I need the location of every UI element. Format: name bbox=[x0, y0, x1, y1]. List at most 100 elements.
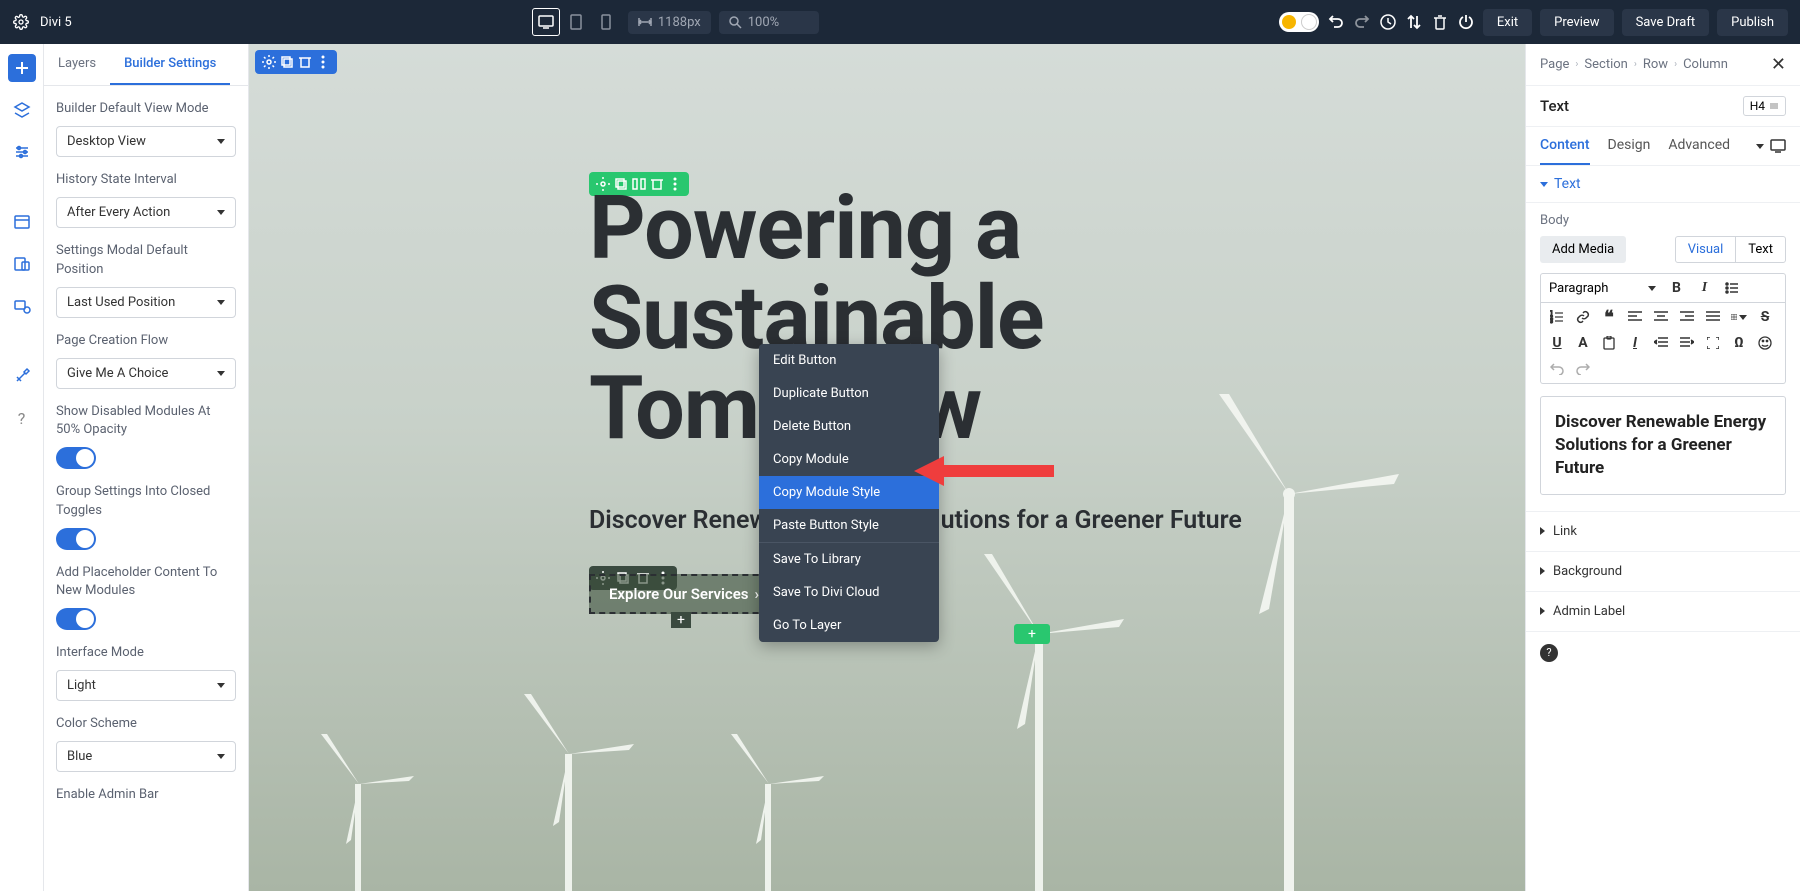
bold-icon[interactable]: B bbox=[1668, 280, 1684, 296]
breadcrumb-item[interactable]: Page bbox=[1540, 57, 1569, 72]
trash-icon[interactable] bbox=[1431, 13, 1449, 31]
rte-body-content[interactable]: Discover Renewable Energy Solutions for … bbox=[1540, 396, 1786, 495]
underline-icon[interactable]: U bbox=[1549, 335, 1565, 351]
undo-icon[interactable] bbox=[1327, 13, 1345, 31]
heading-level-badge[interactable]: H4 bbox=[1743, 96, 1786, 116]
bullet-list-icon[interactable] bbox=[1724, 280, 1740, 296]
add-button[interactable] bbox=[8, 54, 36, 82]
numbered-list-icon[interactable]: 123 bbox=[1549, 309, 1565, 325]
tab-advanced[interactable]: Advanced bbox=[1668, 127, 1730, 165]
strikethrough-icon[interactable]: S bbox=[1757, 309, 1773, 325]
save-draft-button[interactable]: Save Draft bbox=[1622, 9, 1710, 36]
redo-icon[interactable] bbox=[1353, 13, 1371, 31]
align-left-icon[interactable] bbox=[1627, 309, 1643, 325]
tab-layers[interactable]: Layers bbox=[44, 44, 110, 85]
add-row-button[interactable]: + bbox=[1014, 624, 1050, 644]
device-desktop-button[interactable] bbox=[532, 8, 560, 36]
history-icon[interactable] bbox=[1379, 13, 1397, 31]
breadcrumb-item[interactable]: Row bbox=[1643, 57, 1668, 72]
ctx-go-to-layer[interactable]: Go To Layer bbox=[759, 609, 939, 642]
add-below-button[interactable]: + bbox=[671, 612, 691, 628]
ctx-save-library[interactable]: Save To Library bbox=[759, 543, 939, 576]
table-icon[interactable] bbox=[1731, 309, 1747, 325]
tab-content[interactable]: Content bbox=[1540, 127, 1590, 165]
exit-button[interactable]: Exit bbox=[1483, 9, 1532, 36]
settings-rail-icon[interactable] bbox=[8, 138, 36, 166]
redo-icon[interactable] bbox=[1575, 361, 1591, 377]
visual-tab[interactable]: Visual bbox=[1676, 237, 1736, 262]
wireframe-icon[interactable] bbox=[8, 208, 36, 236]
close-icon[interactable]: ✕ bbox=[1771, 54, 1786, 75]
indent-icon[interactable] bbox=[1679, 335, 1695, 351]
paste-icon[interactable] bbox=[1601, 335, 1617, 351]
device-tablet-button[interactable] bbox=[562, 8, 590, 36]
text-color-icon[interactable]: A bbox=[1575, 335, 1591, 351]
canvas-width-field[interactable]: 1188px bbox=[628, 11, 711, 34]
accordion-admin-label[interactable]: Admin Label bbox=[1526, 592, 1800, 632]
color-scheme-select[interactable]: Blue bbox=[56, 741, 236, 772]
interface-mode-select[interactable]: Light bbox=[56, 670, 236, 701]
trash-icon[interactable] bbox=[297, 54, 313, 70]
cta-button[interactable]: Explore Our Services › bbox=[589, 574, 779, 614]
breadcrumb-item[interactable]: Section bbox=[1584, 57, 1627, 72]
align-right-icon[interactable] bbox=[1679, 309, 1695, 325]
history-select[interactable]: After Every Action bbox=[56, 197, 236, 228]
device-icon[interactable] bbox=[1770, 139, 1786, 153]
canvas[interactable]: Powering a Sustainable Tomorrow Discover… bbox=[249, 44, 1525, 891]
clear-format-icon[interactable]: I bbox=[1627, 335, 1643, 351]
ctx-copy-module[interactable]: Copy Module bbox=[759, 443, 939, 476]
interaction-icon[interactable] bbox=[8, 292, 36, 320]
tab-builder-settings[interactable]: Builder Settings bbox=[110, 44, 230, 85]
align-justify-icon[interactable] bbox=[1705, 309, 1721, 325]
device-phone-button[interactable] bbox=[592, 8, 620, 36]
theme-toggle[interactable] bbox=[1279, 12, 1319, 32]
ctx-paste-button-style[interactable]: Paste Button Style bbox=[759, 509, 939, 542]
zoom-field[interactable]: 100% bbox=[719, 11, 819, 34]
ctx-copy-module-style[interactable]: Copy Module Style bbox=[759, 476, 939, 509]
tab-design[interactable]: Design bbox=[1608, 127, 1651, 165]
undo-icon[interactable] bbox=[1549, 361, 1565, 377]
responsive-icon[interactable] bbox=[8, 250, 36, 278]
emoji-icon[interactable] bbox=[1757, 335, 1773, 351]
text-toggle[interactable]: Text bbox=[1526, 166, 1800, 203]
gear-icon[interactable] bbox=[12, 13, 30, 31]
fullscreen-icon[interactable] bbox=[1705, 335, 1721, 351]
modal-pos-select[interactable]: Last Used Position bbox=[56, 287, 236, 318]
modal-pos-label: Settings Modal Default Position bbox=[56, 242, 236, 278]
ctx-delete-button[interactable]: Delete Button bbox=[759, 410, 939, 443]
section-toolbar[interactable] bbox=[255, 50, 337, 74]
power-icon[interactable] bbox=[1457, 13, 1475, 31]
special-char-icon[interactable]: Ω bbox=[1731, 335, 1747, 351]
sort-icon[interactable] bbox=[1405, 13, 1423, 31]
accordion-link[interactable]: Link bbox=[1526, 511, 1800, 552]
layers-icon[interactable] bbox=[8, 96, 36, 124]
publish-button[interactable]: Publish bbox=[1717, 9, 1788, 36]
text-tab[interactable]: Text bbox=[1735, 237, 1785, 262]
chevron-down-icon[interactable] bbox=[1756, 144, 1764, 149]
duplicate-icon[interactable] bbox=[279, 54, 295, 70]
align-center-icon[interactable] bbox=[1653, 309, 1669, 325]
breadcrumb-item[interactable]: Column bbox=[1683, 57, 1728, 72]
ctx-save-cloud[interactable]: Save To Divi Cloud bbox=[759, 576, 939, 609]
tools-icon[interactable] bbox=[8, 362, 36, 390]
page-flow-select[interactable]: Give Me A Choice bbox=[56, 358, 236, 389]
italic-icon[interactable]: I bbox=[1696, 280, 1712, 296]
show-disabled-toggle[interactable] bbox=[56, 447, 96, 469]
preview-button[interactable]: Preview bbox=[1540, 9, 1613, 36]
inspector-title: Text bbox=[1540, 97, 1569, 115]
help-icon[interactable]: ? bbox=[8, 404, 36, 432]
accordion-background[interactable]: Background bbox=[1526, 552, 1800, 592]
group-toggles-toggle[interactable] bbox=[56, 528, 96, 550]
add-media-button[interactable]: Add Media bbox=[1540, 236, 1626, 263]
more-icon[interactable] bbox=[315, 54, 331, 70]
help-icon[interactable]: ? bbox=[1540, 644, 1558, 662]
view-mode-select[interactable]: Desktop View bbox=[56, 126, 236, 157]
gear-icon[interactable] bbox=[261, 54, 277, 70]
link-icon[interactable] bbox=[1575, 309, 1591, 325]
paragraph-select[interactable]: Paragraph bbox=[1549, 281, 1656, 296]
outdent-icon[interactable] bbox=[1653, 335, 1669, 351]
ctx-duplicate-button[interactable]: Duplicate Button bbox=[759, 377, 939, 410]
quote-icon[interactable]: ❝ bbox=[1601, 309, 1617, 325]
ctx-edit-button[interactable]: Edit Button bbox=[759, 344, 939, 377]
placeholder-toggle[interactable] bbox=[56, 608, 96, 630]
